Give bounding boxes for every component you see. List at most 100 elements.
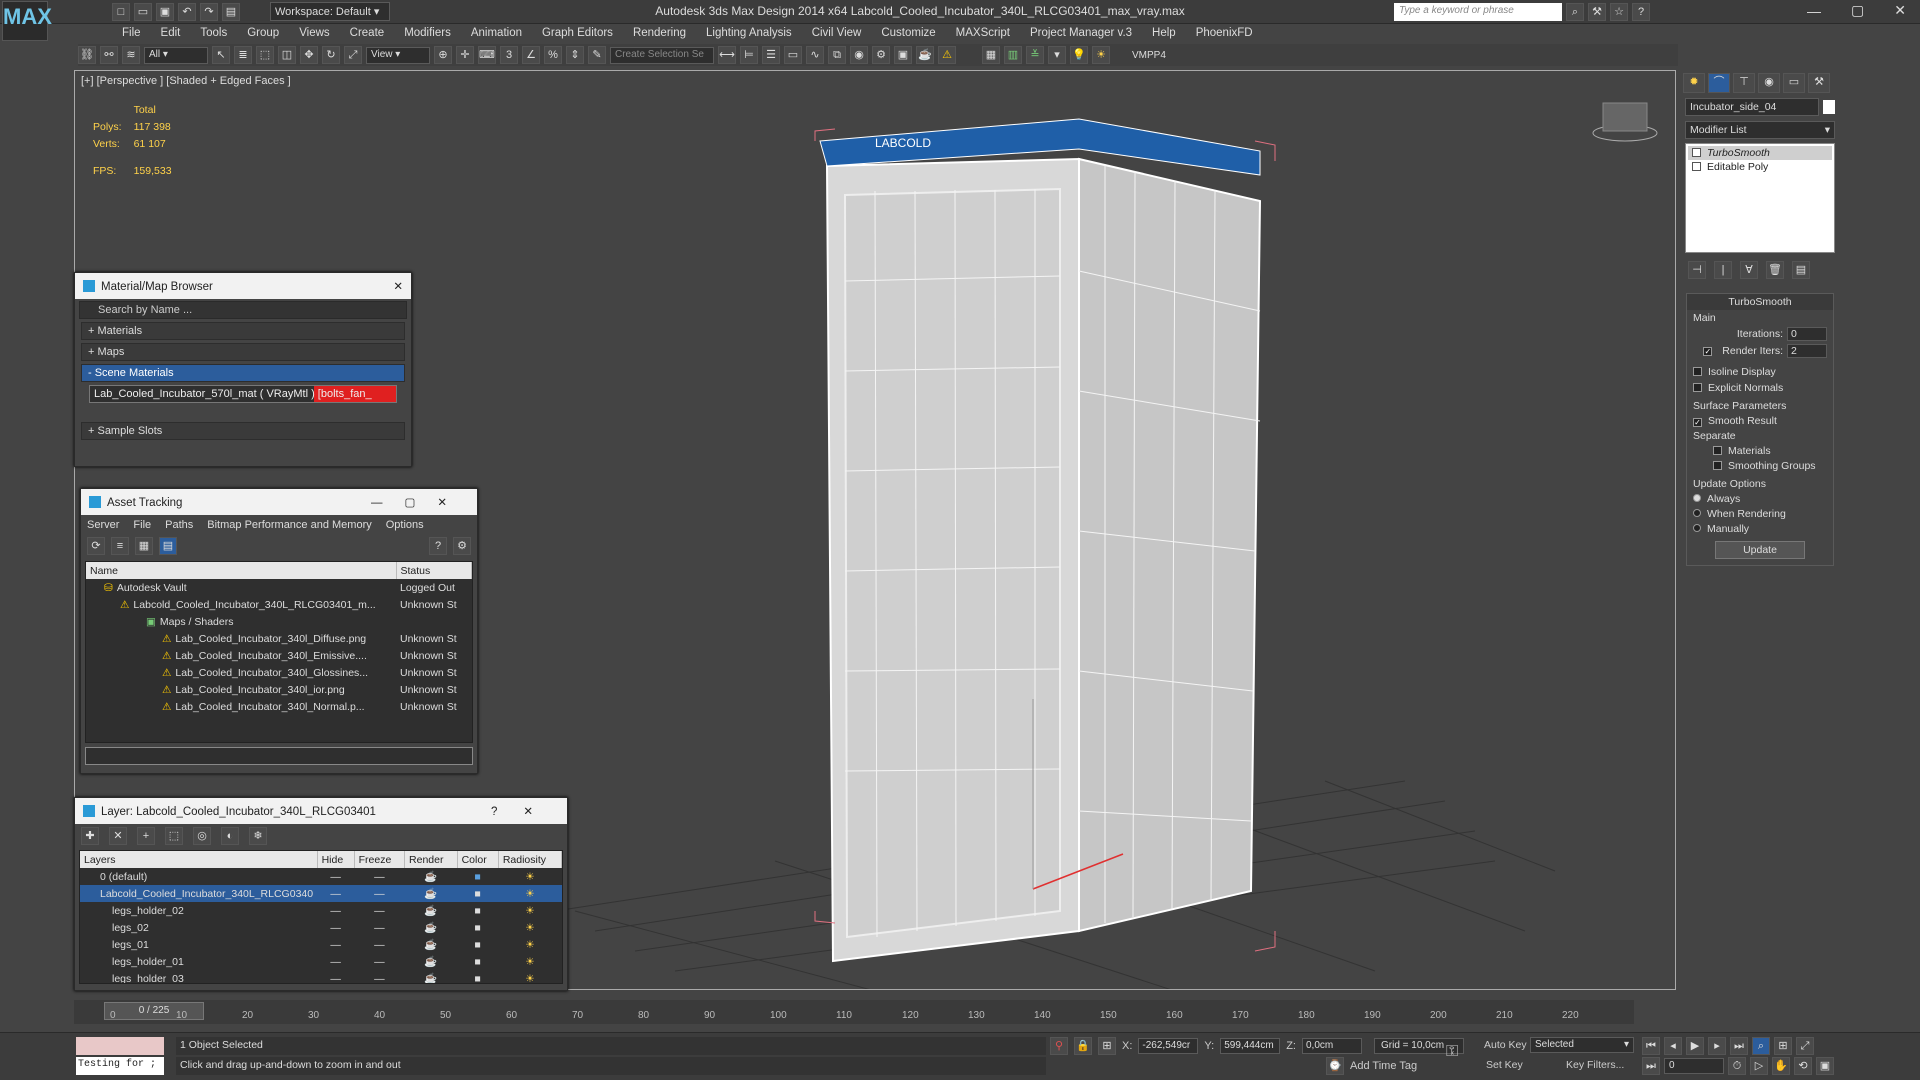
- redo-icon[interactable]: ↷: [200, 3, 218, 21]
- key-mode-dropdown[interactable]: Selected ▾: [1530, 1037, 1634, 1053]
- highlight-layer-icon[interactable]: ◎: [193, 827, 211, 845]
- layer-render-toggle[interactable]: ☕: [405, 902, 458, 919]
- layer-col-render[interactable]: Render: [404, 851, 458, 868]
- workspace-dropdown[interactable]: Workspace: Default ▾: [270, 2, 390, 21]
- modify-tab-icon[interactable]: ⌒: [1708, 73, 1730, 93]
- asset-row[interactable]: ⚠ Lab_Cooled_Incubator_340l_Glossines... U…: [86, 664, 472, 681]
- timeline-ticks[interactable]: 0 10 20 30 40 50 60 70 80 90 100 110 120 130 140 150 160…: [110, 1010, 1630, 1026]
- pan-icon[interactable]: ✋: [1772, 1057, 1790, 1075]
- update-manually-radio[interactable]: [1693, 524, 1701, 532]
- menu-maxscript[interactable]: MAXScript: [946, 27, 1020, 39]
- table-view-icon[interactable]: ▤: [159, 537, 177, 555]
- modifier-editable-poly[interactable]: Editable Poly: [1688, 160, 1832, 174]
- warning-icon[interactable]: ⚠: [938, 46, 956, 64]
- maxscript-input[interactable]: Testing for ;: [76, 1057, 164, 1075]
- mirror-icon[interactable]: ⟷: [718, 46, 736, 64]
- thumbnail-view-icon[interactable]: ▦: [135, 537, 153, 555]
- refresh-icon[interactable]: ⟳: [87, 537, 105, 555]
- select-by-name-icon[interactable]: ≣: [234, 46, 252, 64]
- col-name[interactable]: Name: [86, 562, 397, 579]
- vray-lights-icon[interactable]: ≚: [1026, 46, 1044, 64]
- menu-customize[interactable]: Customize: [871, 27, 945, 39]
- object-name-field[interactable]: Incubator_side_04: [1685, 98, 1819, 116]
- layer-row[interactable]: legs_holder_01— — ☕ ■ ☀: [80, 953, 562, 970]
- separate-smoothing-checkbox[interactable]: [1713, 461, 1722, 470]
- viewcube[interactable]: [1592, 102, 1658, 142]
- rendered-frame-icon[interactable]: ▣: [894, 46, 912, 64]
- menu-animation[interactable]: Animation: [461, 27, 532, 39]
- render-iters-spinner[interactable]: 2: [1787, 344, 1827, 358]
- help-search-input[interactable]: Type a keyword or phrase: [1394, 3, 1562, 21]
- layer-row[interactable]: legs_02— — ☕ ■ ☀: [80, 919, 562, 936]
- pivot-center-icon[interactable]: ⊕: [434, 46, 452, 64]
- layer-color-toggle[interactable]: ■: [457, 970, 498, 984]
- ribbon-icon[interactable]: ▭: [784, 46, 802, 64]
- asset-row[interactable]: ⚠ Lab_Cooled_Incubator_340l_ior.png Unknow…: [86, 681, 472, 698]
- layer-color-toggle[interactable]: ■: [457, 902, 498, 919]
- menu-edit[interactable]: Edit: [151, 27, 191, 39]
- select-manipulate-icon[interactable]: ✛: [456, 46, 474, 64]
- layer-col-color[interactable]: Color: [457, 851, 499, 868]
- show-end-result-icon[interactable]: |: [1714, 261, 1732, 279]
- goto-end-icon[interactable]: ⏭: [1730, 1037, 1748, 1055]
- menu-graph-editors[interactable]: Graph Editors: [532, 27, 623, 39]
- layer-row[interactable]: legs_01— — ☕ ■ ☀: [80, 936, 562, 953]
- configure-sets-icon[interactable]: ▤: [1792, 261, 1810, 279]
- search-icon[interactable]: ⌕: [1566, 3, 1584, 21]
- layer-row[interactable]: 0 (default) — — ☕ ■ ☀: [80, 868, 562, 885]
- asset-row[interactable]: ⛁ Autodesk Vault Logged Out: [86, 579, 472, 596]
- display-tab-icon[interactable]: ▭: [1783, 73, 1805, 93]
- create-layer-icon[interactable]: ✚: [81, 827, 99, 845]
- key-mode-icon[interactable]: ⏭: [1642, 1057, 1660, 1075]
- star-icon[interactable]: ☆: [1610, 3, 1628, 21]
- layer-radiosity-toggle[interactable]: ☀: [498, 902, 561, 919]
- z-coordinate-field[interactable]: 0,0cm: [1301, 1038, 1362, 1054]
- isoline-checkbox[interactable]: [1693, 367, 1702, 376]
- angle-snap-icon[interactable]: ∠: [522, 46, 540, 64]
- save-icon[interactable]: ▣: [156, 3, 174, 21]
- pin-stack-icon[interactable]: ⊣: [1688, 261, 1706, 279]
- minimize-icon[interactable]: —: [1807, 3, 1821, 19]
- zoom-all-icon[interactable]: ⊞: [1774, 1037, 1792, 1055]
- y-coordinate-field[interactable]: 599,444cm: [1220, 1038, 1281, 1054]
- layer-row[interactable]: Labcold_Cooled_Incubator_340L_RLCG0340— —…: [80, 885, 562, 902]
- move-icon[interactable]: ✥: [300, 46, 318, 64]
- render-iters-checkbox[interactable]: ✓: [1703, 346, 1713, 356]
- layer-radiosity-toggle[interactable]: ☀: [498, 936, 561, 953]
- layer-col-layers[interactable]: Layers: [80, 851, 318, 868]
- bind-spacewarp-icon[interactable]: ≋: [122, 46, 140, 64]
- time-config-icon[interactable]: ⏱: [1728, 1057, 1746, 1075]
- key-icon[interactable]: ⚿: [1446, 1043, 1458, 1061]
- layer-render-toggle[interactable]: ☕: [405, 970, 458, 983]
- rect-selection-icon[interactable]: ⬚: [256, 46, 274, 64]
- scale-icon[interactable]: ⤢: [344, 46, 362, 64]
- layer-hide-toggle[interactable]: —: [317, 919, 354, 936]
- render-setup-icon[interactable]: ⚙: [872, 46, 890, 64]
- absolute-mode-icon[interactable]: ⊞: [1098, 1037, 1116, 1055]
- layer-freeze-toggle[interactable]: —: [354, 919, 404, 936]
- menu-create[interactable]: Create: [340, 27, 395, 39]
- layer-manager-titlebar[interactable]: Layer: Labcold_Cooled_Incubator_340L_RLC…: [75, 798, 567, 824]
- asset-menu-file[interactable]: File: [133, 519, 151, 531]
- reference-coord-dropdown[interactable]: View ▾: [366, 46, 430, 64]
- layer-freeze-toggle[interactable]: —: [354, 868, 404, 885]
- asset-row[interactable]: ⚠ Lab_Cooled_Incubator_340l_Diffuse.png Un…: [86, 630, 472, 647]
- asset-menu-server[interactable]: Server: [87, 519, 119, 531]
- snaps-toggle-icon[interactable]: 3: [500, 46, 518, 64]
- play-icon[interactable]: ▶: [1686, 1037, 1704, 1055]
- close-icon[interactable]: ✕: [523, 806, 559, 818]
- layer-freeze-toggle[interactable]: —: [354, 953, 404, 970]
- menu-tools[interactable]: Tools: [190, 27, 237, 39]
- set-key-button[interactable]: Set Key: [1486, 1059, 1523, 1071]
- scene-material-item[interactable]: Lab_Cooled_Incubator_570l_mat ( VRayMtl …: [89, 385, 397, 403]
- smooth-result-checkbox[interactable]: ✓: [1693, 418, 1702, 427]
- incubator-model[interactable]: LABCOLD: [819, 118, 1262, 963]
- auto-key-button[interactable]: Auto Key: [1484, 1039, 1527, 1051]
- x-coordinate-field[interactable]: -262,549cr: [1138, 1038, 1199, 1054]
- layer-render-toggle[interactable]: ☕: [405, 936, 458, 953]
- orbit-icon[interactable]: ⟲: [1794, 1057, 1812, 1075]
- asset-menu-bitmap-performance-and-memory[interactable]: Bitmap Performance and Memory: [207, 519, 371, 531]
- time-tag-icon[interactable]: ⌚: [1326, 1057, 1344, 1075]
- minimize-icon[interactable]: —: [371, 497, 405, 509]
- app-logo-button[interactable]: MAX: [2, 1, 52, 41]
